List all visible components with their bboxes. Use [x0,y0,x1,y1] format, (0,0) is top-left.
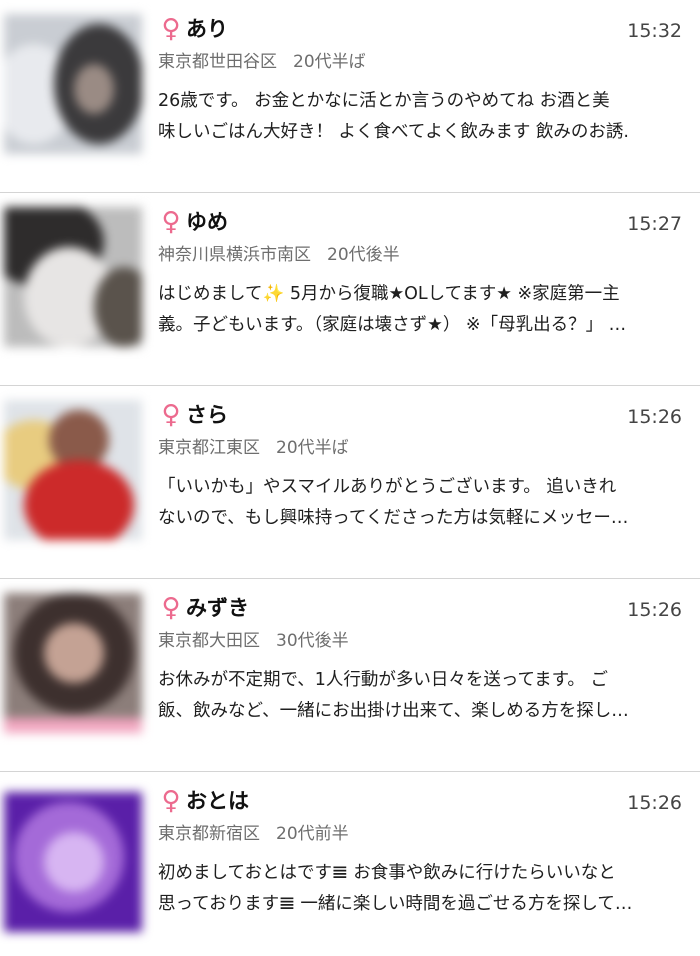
message-list-item[interactable]: ♀ さら 15:26 東京都江東区 20代半ば 「いいかも」やスマイルありがとうご… [0,386,700,579]
user-meta: 東京都江東区 20代半ば [158,434,349,462]
user-location: 東京都新宿区 [158,824,260,844]
user-location: 神奈川県横浜市南区 [158,245,311,265]
user-name: おとは [186,789,249,813]
profile-photo[interactable] [4,14,142,154]
user-age: 30代後半 [276,631,349,651]
message-time: 15:27 [627,213,682,235]
user-location: 東京都江東区 [158,438,260,458]
profile-photo[interactable] [4,593,142,733]
user-meta: 東京都新宿区 20代前半 [158,820,349,848]
message-preview: 初めましておとはです𝌆 お食事や飲みに行けたらいいなと 思っております𝌆 一緒に… [158,858,678,920]
user-meta: 東京都世田谷区 20代半ば [158,48,366,76]
message-list-item[interactable]: ♀ ゆめ 15:27 神奈川県横浜市南区 20代後半 はじめまして✨ 5月から復職… [0,193,700,386]
message-preview-line: 26歳です。 お金とかなに活とか言うのやめてね お酒と美 [158,91,610,111]
message-preview: はじめまして✨ 5月から復職★OLしてます★ ※家庭第一主 義。子どもいます。（… [158,279,678,341]
message-list: ♀ あり 15:32 東京都世田谷区 20代半ば 26歳です。 お金とかなに活とか… [0,0,700,956]
message-list-item[interactable]: ♀ みずき 15:26 東京都大田区 30代後半 お休みが不定期で、1人行動が多い… [0,579,700,772]
female-symbol-icon: ♀ [161,14,181,44]
user-age: 20代半ば [276,438,349,458]
user-meta: 神奈川県横浜市南区 20代後半 [158,241,400,269]
user-name: みずき [186,596,249,620]
female-symbol-icon: ♀ [161,593,181,623]
message-preview-line: ないので、もし興味持ってくださった方は気軽にメッセー… [158,508,629,528]
message-preview: 「いいかも」やスマイルありがとうございます。 追いきれ ないので、もし興味持って… [158,472,678,534]
profile-photo[interactable] [4,400,142,540]
message-preview-line: 味しいごはん大好き！ よく食べてよく飲みます 飲みのお誘. [158,122,629,142]
message-preview-line: 思っております𝌆 一緒に楽しい時間を過ごせる方を探して… [158,894,633,914]
user-meta: 東京都大田区 30代後半 [158,627,349,655]
message-preview: お休みが不定期で、1人行動が多い日々を送ってます。 ご 飯、飲みなど、一緒にお出… [158,665,678,727]
message-list-item[interactable]: ♀ おとは 15:26 東京都新宿区 20代前半 初めましておとはです𝌆 お食事や… [0,772,700,956]
user-name: あり [186,17,228,41]
female-symbol-icon: ♀ [161,786,181,816]
female-symbol-icon: ♀ [161,207,181,237]
user-age: 20代半ば [293,52,366,72]
message-preview: 26歳です。 お金とかなに活とか言うのやめてね お酒と美 味しいごはん大好き！ … [158,86,678,148]
message-preview-line: お休みが不定期で、1人行動が多い日々を送ってます。 ご [158,670,608,690]
profile-photo[interactable] [4,792,142,932]
message-preview-line: はじめまして✨ 5月から復職★OLしてます★ ※家庭第一主 [158,284,620,304]
message-preview-line: 初めましておとはです𝌆 お食事や飲みに行けたらいいなと [158,863,616,883]
message-time: 15:26 [627,599,682,621]
user-age: 20代後半 [327,245,400,265]
user-location: 東京都世田谷区 [158,52,277,72]
female-symbol-icon: ♀ [161,400,181,430]
profile-photo[interactable] [4,207,142,347]
message-preview-line: 義。子どもいます。（家庭は壊さず★） ※「母乳出る？」 … [158,315,627,335]
message-time: 15:26 [627,406,682,428]
user-location: 東京都大田区 [158,631,260,651]
message-preview-line: 「いいかも」やスマイルありがとうございます。 追いきれ [158,477,617,497]
message-preview-line: 飯、飲みなど、一緒にお出掛け出来て、楽しめる方を探し… [158,701,629,721]
user-name: さら [186,403,228,427]
message-time: 15:32 [627,20,682,42]
message-list-item[interactable]: ♀ あり 15:32 東京都世田谷区 20代半ば 26歳です。 お金とかなに活とか… [0,0,700,193]
message-time: 15:26 [627,792,682,814]
user-name: ゆめ [186,210,228,234]
user-age: 20代前半 [276,824,349,844]
